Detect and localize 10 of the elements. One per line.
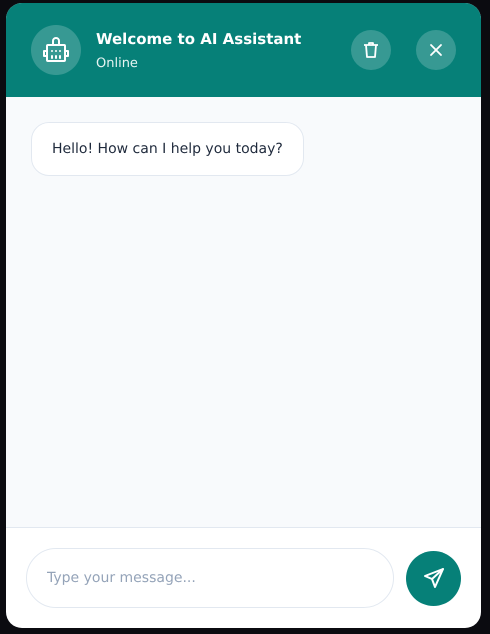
delete-button[interactable] — [351, 30, 391, 70]
close-button[interactable] — [416, 30, 456, 70]
status-text: Online — [96, 56, 139, 70]
trash-icon — [361, 40, 381, 60]
send-icon — [422, 566, 446, 590]
chat-title: Welcome to AI Assistant — [96, 30, 302, 48]
message-bubble: Hello! How can I help you today? — [31, 122, 304, 176]
close-icon — [428, 42, 444, 58]
message-input[interactable]: Type your message... — [26, 548, 394, 608]
robot-icon — [42, 36, 70, 64]
